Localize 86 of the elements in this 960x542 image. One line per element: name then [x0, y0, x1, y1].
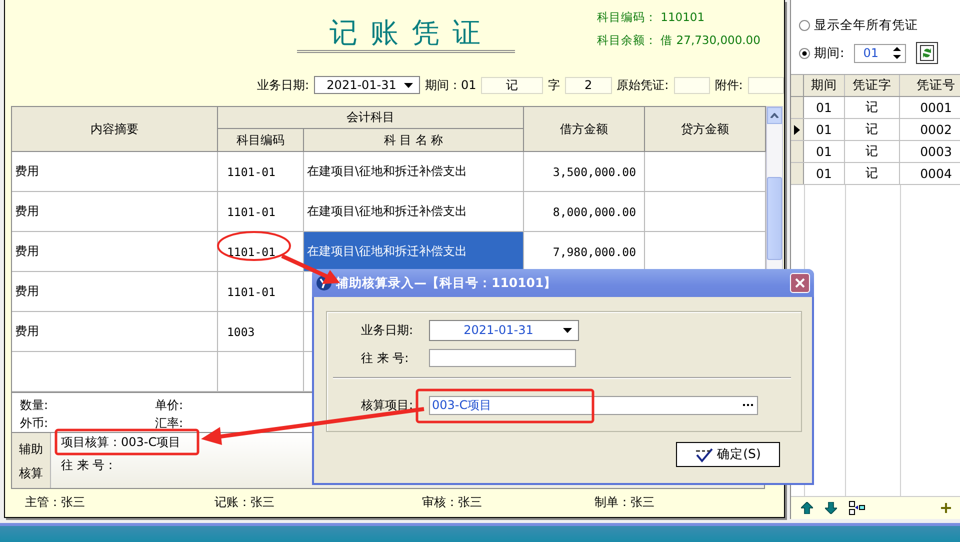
table-cell: 8,000,000.00: [524, 192, 645, 232]
field-label: 业务日期:: [361, 322, 414, 338]
field-label: 字: [548, 76, 560, 94]
signature-text: 记账：张三: [214, 494, 276, 510]
table-cell: 费用: [12, 272, 218, 312]
column-header: 借方金额: [524, 107, 645, 152]
arrow-down-icon: [825, 502, 837, 514]
voucher-title: 记 账 凭 证: [297, 16, 515, 53]
row-pointer-icon: [794, 124, 800, 134]
insert-row-icon: [849, 501, 865, 515]
field-label: 核算项目:: [361, 396, 414, 414]
column-header: 凭证号: [900, 75, 960, 96]
table-cell: 01: [804, 163, 845, 184]
column-header: 科目编码: [218, 129, 304, 152]
input-field[interactable]: 记: [481, 76, 544, 94]
table-cell: 费用: [12, 232, 218, 272]
table-cell: 记: [845, 119, 900, 140]
table-cell: 01: [804, 97, 845, 118]
table-cell: 记: [845, 97, 900, 118]
field-label: 汇率:: [155, 415, 184, 432]
column-header: 期间: [804, 75, 845, 96]
radio-button[interactable]: [799, 20, 810, 30]
section-label: 辅助 核算: [12, 433, 51, 488]
table-cell: 1101-01: [218, 272, 304, 312]
column-header: 贷方金额: [645, 107, 766, 152]
caret-icon: [404, 82, 414, 88]
field-label: 期间：01: [425, 76, 476, 94]
table-cell: 费用: [12, 312, 218, 352]
table-cell: 0001: [900, 97, 960, 118]
arrow-up-icon: [770, 113, 779, 118]
signature-text: 审核：张三: [422, 494, 484, 510]
column-header: 凭证字: [845, 75, 900, 96]
refresh-icon: [920, 45, 934, 61]
project-text: 项目核算：003-C项目: [61, 434, 181, 450]
signature-text: 主管：张三: [25, 494, 86, 510]
column-header: 科 目 名 称: [304, 129, 524, 152]
input-field[interactable]: [429, 349, 576, 367]
caret-icon: [563, 328, 572, 332]
table-cell: 3,500,000.00: [524, 152, 645, 192]
table-cell: 记: [845, 141, 900, 162]
table-cell: 0004: [900, 163, 960, 184]
table-cell: 记: [845, 163, 900, 184]
table-cell: 1101-01: [218, 152, 304, 192]
table-cell: 1101-01: [218, 192, 304, 232]
refresh-button[interactable]: [916, 42, 938, 64]
table-cell: 在建项目\征地和拆迁补偿支出: [304, 232, 524, 272]
field-label: 数量:: [20, 397, 50, 414]
table-cell: 0002: [900, 119, 960, 140]
radio-button[interactable]: [799, 48, 810, 58]
close-button[interactable]: [790, 273, 810, 293]
date-dropdown[interactable]: 2021-01-31: [429, 320, 579, 340]
input-field[interactable]: [748, 76, 784, 94]
row-header[interactable]: [791, 119, 804, 140]
input-field[interactable]: 2: [565, 76, 612, 94]
close-icon: [795, 278, 805, 288]
signature-text: 制单：张三: [594, 494, 656, 510]
table-cell: 费用: [12, 152, 218, 192]
column-header: 会计科目: [218, 107, 524, 129]
table-cell: 0003: [900, 141, 960, 162]
table-cell: 01: [804, 141, 845, 162]
subject-balance-text: 科目余额： 借 27,730,000.00: [597, 33, 760, 48]
spellcheck-icon: [695, 446, 714, 462]
table-cell: 01: [804, 119, 845, 140]
table-cell: 在建项目\征地和拆迁补偿支出: [304, 152, 524, 192]
column-header: 内容摘要: [12, 107, 218, 152]
input-field[interactable]: [674, 76, 710, 94]
radio-label: 期间:: [814, 44, 844, 62]
ok-button[interactable]: 确定(S): [676, 442, 780, 467]
field-label: 业务日期:: [257, 76, 310, 94]
field-label: 往 来 号：: [61, 457, 117, 473]
arrow-up-icon: [801, 502, 813, 514]
field-label: 原始凭证:: [616, 76, 669, 94]
table-cell: 费用: [12, 192, 218, 232]
date-dropdown[interactable]: 2021-01-31: [314, 76, 420, 94]
period-spinner[interactable]: 01: [854, 44, 906, 62]
input-field[interactable]: 003-C项目: [429, 396, 758, 414]
ellipsis-icon: [743, 404, 753, 406]
field-label: 外币:: [20, 415, 50, 432]
field-label: 往 来 号:: [361, 350, 410, 366]
field-label: 附件:: [714, 76, 743, 94]
radio-label: 显示全年所有凭证: [814, 16, 918, 34]
table-cell: 1003: [218, 312, 304, 352]
subject-code-text: 科目编码： 110101: [597, 10, 706, 25]
spin-arrows-icon: [893, 46, 902, 60]
plus-icon: [941, 503, 951, 513]
field-label: 单价:: [155, 397, 184, 414]
